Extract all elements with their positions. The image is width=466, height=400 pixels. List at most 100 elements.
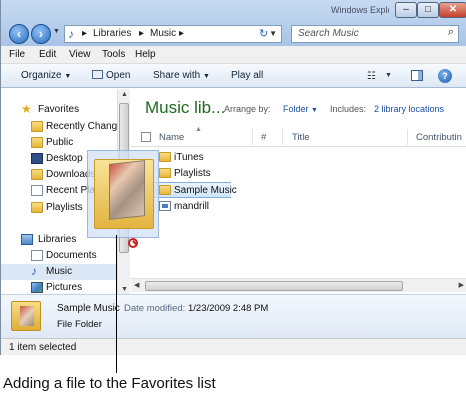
pictures-icon (31, 282, 43, 293)
column-contributing[interactable]: Contributin (416, 132, 462, 143)
list-item-itunes[interactable]: iTunes (131, 150, 466, 166)
item-name: mandrill (174, 201, 210, 212)
nav-item-pictures[interactable]: Pictures (1, 280, 117, 295)
documents-icon (31, 250, 43, 261)
file-list-pane: Music lib... Arrange by: Folder ▼ Includ… (131, 89, 466, 295)
list-item-playlists[interactable]: Playlists (131, 166, 466, 182)
breadcrumb-separator[interactable]: ▸ (139, 28, 144, 39)
nav-item-public[interactable]: Public (1, 135, 117, 151)
nav-item-music[interactable]: ♪ Music (1, 264, 117, 280)
nav-label: Pictures (46, 282, 83, 293)
nav-label: Recently Change (46, 121, 117, 132)
search-input[interactable]: Search Music ⌕ (291, 25, 459, 43)
open-label: Open (106, 70, 131, 81)
image-file-icon (159, 201, 171, 211)
nav-favorites-header[interactable]: ★ Favorites (1, 102, 117, 118)
close-button[interactable]: ✕ (439, 2, 466, 18)
folder-icon (31, 169, 43, 180)
column-name[interactable]: Name (159, 132, 184, 143)
breadcrumb-separator[interactable]: ▸ (82, 28, 87, 39)
window-title: Windows Explorer (331, 5, 389, 15)
details-item-type: File Folder (57, 319, 102, 330)
arrange-by-dropdown[interactable]: Folder ▼ (283, 104, 318, 114)
breadcrumb-music[interactable]: Music (150, 28, 176, 39)
nav-label: Music (46, 266, 73, 277)
column-title[interactable]: Title (292, 132, 310, 143)
menu-edit[interactable]: Edit (39, 49, 56, 60)
column-divider[interactable] (252, 129, 253, 145)
chevron-down-icon: ▼ (311, 107, 318, 114)
details-item-name: Sample Music (57, 303, 120, 314)
back-button[interactable]: ‹ (9, 24, 29, 44)
select-all-checkbox[interactable] (141, 132, 151, 142)
folder-icon (11, 301, 41, 331)
item-name: Sample Music (174, 185, 237, 196)
maximize-button[interactable]: □ (417, 2, 439, 18)
nav-label: Playlists (46, 202, 83, 213)
desktop-icon (31, 153, 43, 164)
nav-label: Favorites (38, 104, 80, 115)
play-all-button[interactable]: Play all (231, 70, 263, 81)
folder-icon (31, 137, 43, 148)
sort-arrow-icon: ▲ (195, 126, 202, 133)
refresh-icon[interactable]: ↻ (259, 27, 268, 40)
chevron-down-icon: ▼ (64, 73, 72, 80)
folder-icon (31, 202, 43, 213)
menu-tools[interactable]: Tools (102, 49, 125, 60)
column-header: ▲ Name # Title Contributin (131, 126, 466, 147)
details-modified-value: 1/23/2009 2:48 PM (188, 303, 269, 314)
libraries-icon (21, 234, 33, 245)
content-horizontal-scrollbar[interactable]: ◀ ▶ (131, 278, 466, 292)
nav-item-recently-changed[interactable]: Recently Change (1, 119, 117, 135)
star-icon: ★ (21, 102, 32, 116)
chevron-down-icon[interactable]: ▼ (385, 72, 392, 79)
organize-label: Organize (21, 70, 62, 81)
list-item-mandrill[interactable]: mandrill (131, 199, 466, 215)
nav-item-documents[interactable]: Documents (1, 248, 117, 264)
share-with-label: Share with (153, 70, 201, 81)
help-icon[interactable]: ? (438, 69, 452, 83)
scroll-down-icon[interactable]: ▼ (121, 286, 128, 293)
menu-file[interactable]: File (9, 49, 25, 60)
search-icon[interactable]: ⌕ (448, 26, 454, 39)
details-modified-label: Date modified: (124, 303, 186, 314)
nav-label: Public (46, 137, 74, 148)
column-divider[interactable] (407, 129, 408, 145)
breadcrumb-separator[interactable]: ▸ (179, 28, 184, 39)
menu-view[interactable]: View (69, 49, 91, 60)
chevron-down-icon: ▼ (203, 73, 210, 80)
item-name: Playlists (174, 168, 211, 179)
open-button[interactable]: Open (92, 70, 130, 81)
arrange-by-label: Arrange by: (224, 104, 271, 114)
recent-pages-dropdown[interactable]: ▼ (53, 28, 60, 35)
minimize-button[interactable]: – (395, 2, 417, 18)
nav-label: Libraries (38, 234, 77, 245)
forward-button[interactable]: › (31, 24, 51, 44)
status-text: 1 item selected (9, 342, 77, 353)
share-with-button[interactable]: Share with ▼ (153, 70, 210, 81)
includes-label: Includes: (330, 104, 367, 114)
scroll-left-icon[interactable]: ◀ (134, 281, 139, 289)
folder-icon (31, 121, 43, 132)
address-dropdown-icon[interactable]: ▼ (269, 29, 277, 38)
command-bar: Organize ▼ Open Share with ▼ Play all ☷ … (1, 64, 466, 88)
breadcrumb-libraries[interactable]: Libraries (93, 28, 131, 39)
status-bar: 1 item selected (1, 338, 466, 355)
library-locations-link[interactable]: 2 library locations (374, 104, 444, 114)
organize-button[interactable]: Organize ▼ (21, 70, 71, 81)
scroll-up-icon[interactable]: ▲ (121, 91, 128, 98)
address-bar[interactable]: ♪ ▸ Libraries ▸ Music ▸ ▼ (64, 25, 282, 43)
menu-help[interactable]: Help (135, 49, 156, 60)
recent-places-icon (31, 185, 43, 196)
column-number[interactable]: # (261, 132, 266, 143)
open-icon (92, 70, 103, 79)
change-view-icon[interactable]: ☷ (367, 71, 376, 82)
preview-pane-icon[interactable] (411, 70, 423, 81)
arrange-by-value: Folder (283, 104, 309, 114)
scroll-thumb[interactable] (145, 281, 403, 291)
folder-icon (159, 168, 171, 178)
scroll-right-icon[interactable]: ▶ (459, 281, 464, 289)
folder-icon (94, 159, 154, 229)
nav-label: Desktop (46, 153, 83, 164)
column-divider[interactable] (282, 129, 283, 145)
